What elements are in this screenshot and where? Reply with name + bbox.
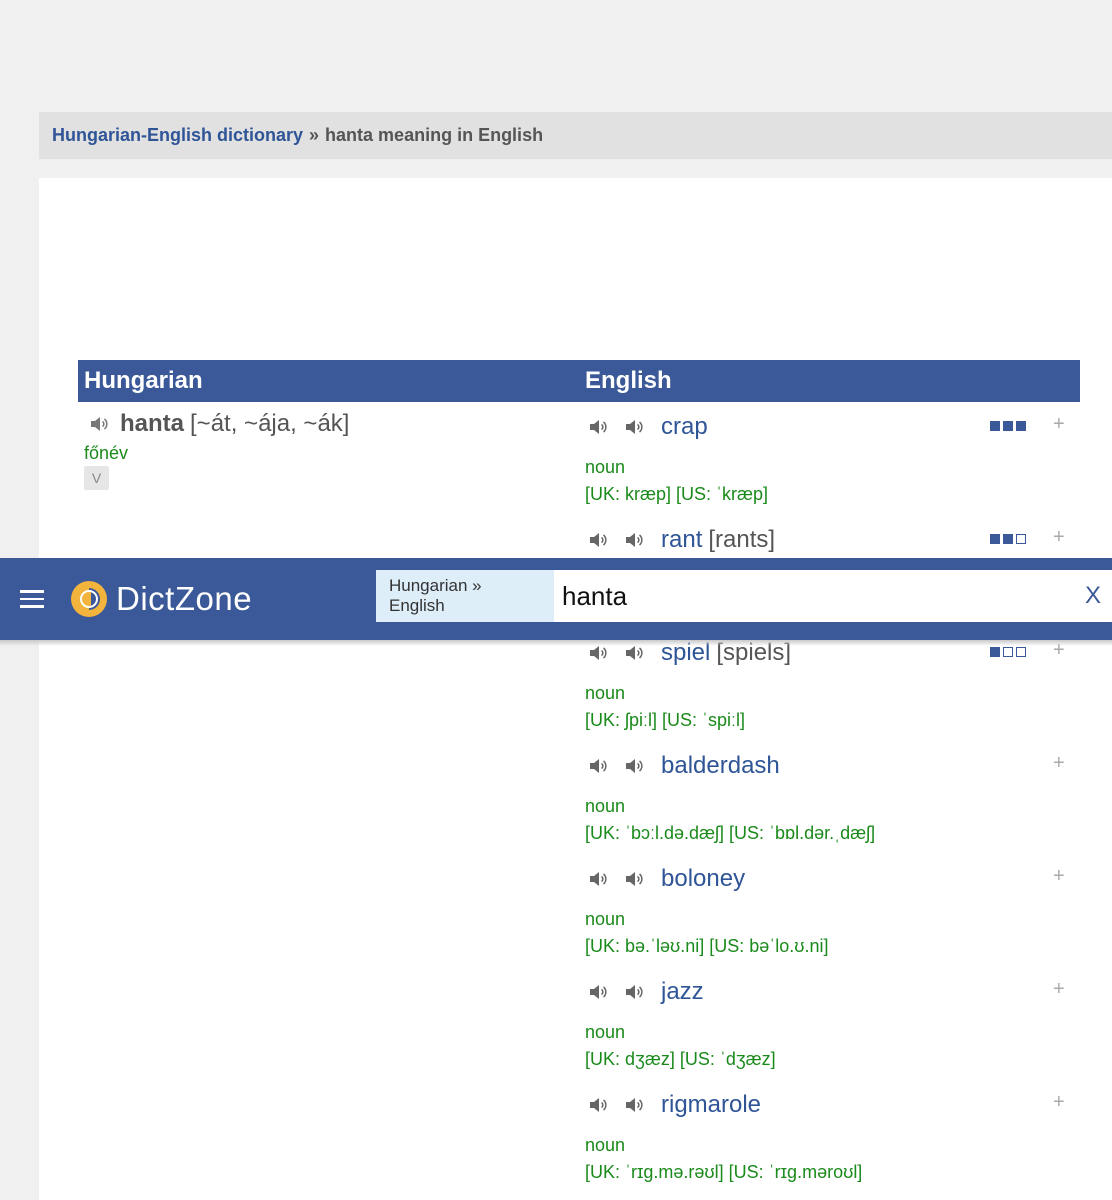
conjugation-button[interactable]: V: [84, 466, 109, 490]
speaker-us-icon[interactable]: [623, 416, 645, 438]
translation-entry: spiel [spiels] noun [UK: ʃpiːl] [US: ˈspiːl…: [585, 637, 1075, 747]
translation-part-of-speech: noun: [585, 796, 626, 816]
speaker-uk-icon[interactable]: [587, 981, 609, 1003]
add-to-list-button[interactable]: +: [1053, 978, 1065, 1001]
breadcrumb: Hungarian-English dictionary » hanta mea…: [39, 112, 1112, 159]
speaker-uk-icon[interactable]: [587, 755, 609, 777]
speaker-uk-icon[interactable]: [587, 529, 609, 551]
speaker-us-icon[interactable]: [623, 529, 645, 551]
rating-square: [1003, 647, 1013, 657]
language-pair-selector[interactable]: Hungarian » English: [376, 570, 554, 622]
search-box: Hungarian » English X: [376, 570, 1112, 622]
translation-word[interactable]: crap: [661, 413, 708, 441]
translation-pronunciation: [UK: ˈbɔːl.də.dæʃ] [US: ˈbɒl.dər.ˌdæʃ]: [585, 823, 876, 843]
translation-pronunciation: [UK: kræp] [US: ˈkræp]: [585, 484, 769, 504]
translation-entry: jazz noun [UK: dʒæz] [US: ˈdʒæz] +: [585, 976, 1075, 1086]
add-to-list-button[interactable]: +: [1053, 865, 1065, 888]
speaker-us-icon[interactable]: [623, 868, 645, 890]
rating-square: [1016, 647, 1026, 657]
rating-square: [990, 647, 1000, 657]
add-to-list-button[interactable]: +: [1053, 752, 1065, 775]
column-header-hungarian: Hungarian: [84, 367, 203, 394]
top-navbar: DictZone Hungarian » English X: [0, 558, 1112, 640]
translation-entry: crap noun [UK: kræp] [US: ˈkræp] +: [585, 411, 1075, 521]
speaker-us-icon[interactable]: [623, 755, 645, 777]
translation-forms: [rants]: [708, 526, 776, 553]
rating-square: [1016, 421, 1026, 431]
hamburger-menu-icon[interactable]: [20, 590, 44, 608]
breadcrumb-separator: »: [309, 125, 320, 145]
translation-part-of-speech: noun: [585, 457, 626, 477]
column-header-english: English: [585, 367, 672, 394]
translation-entry: balderdash noun [UK: ˈbɔːl.də.dæʃ] [US: ˈb…: [585, 750, 1075, 860]
breadcrumb-dictionary-link[interactable]: Hungarian-English dictionary: [52, 125, 303, 146]
translation-entry: rigmarole noun [UK: ˈrɪg.mə.rəʊl] [US: ˈrɪ…: [585, 1089, 1075, 1199]
rating-square: [1003, 421, 1013, 431]
add-to-list-button[interactable]: +: [1053, 1091, 1065, 1114]
translation-entry: boloney noun [UK: bə.ˈləʊ.ni] [US: bəˈlo.ʊ…: [585, 863, 1075, 973]
speaker-uk-icon[interactable]: [587, 416, 609, 438]
translation-word[interactable]: jazz: [661, 978, 704, 1006]
translation-pronunciation: [UK: dʒæz] [US: ˈdʒæz]: [585, 1049, 776, 1069]
add-to-list-button[interactable]: +: [1053, 413, 1065, 436]
rating-square: [1003, 534, 1013, 544]
translation-word[interactable]: rant: [661, 526, 702, 554]
search-input[interactable]: [554, 570, 1074, 622]
rating-square: [1016, 534, 1026, 544]
translation-part-of-speech: noun: [585, 1022, 626, 1042]
translation-pronunciation: [UK: ʃpiːl] [US: ˈspiːl]: [585, 710, 746, 730]
hungarian-headword: hanta [~át, ~ája, ~ák]: [88, 410, 349, 438]
translation-pronunciation: [UK: ˈrɪg.mə.rəʊl] [US: ˈrɪg.məroʊl]: [585, 1162, 863, 1182]
speaker-us-icon[interactable]: [623, 1094, 645, 1116]
headword-forms: [~át, ~ája, ~ák]: [190, 410, 350, 437]
navbar-shadow: [0, 640, 1112, 646]
translation-part-of-speech: noun: [585, 683, 626, 703]
breadcrumb-current: hanta meaning in English: [325, 125, 544, 145]
speaker-uk-icon[interactable]: [587, 868, 609, 890]
speaker-uk-icon[interactable]: [587, 1094, 609, 1116]
translation-part-of-speech: noun: [585, 1135, 626, 1155]
rating-square: [990, 534, 1000, 544]
part-of-speech: főnév: [84, 443, 129, 463]
clear-search-button[interactable]: X: [1074, 570, 1112, 622]
relevance-rating: [990, 421, 1026, 431]
speaker-icon[interactable]: [88, 413, 110, 435]
dictzone-logo-icon[interactable]: [70, 580, 108, 618]
translation-word[interactable]: boloney: [661, 865, 745, 893]
table-header: Hungarian English: [78, 360, 1080, 402]
translation-word[interactable]: balderdash: [661, 752, 780, 780]
translation-word[interactable]: rigmarole: [661, 1091, 761, 1119]
add-to-list-button[interactable]: +: [1053, 526, 1065, 549]
translation-part-of-speech: noun: [585, 909, 626, 929]
speaker-us-icon[interactable]: [623, 981, 645, 1003]
relevance-rating: [990, 534, 1026, 544]
translation-pronunciation: [UK: bə.ˈləʊ.ni] [US: bəˈlo.ʊ.ni]: [585, 936, 829, 956]
rating-square: [990, 421, 1000, 431]
relevance-rating: [990, 647, 1026, 657]
headword-text: hanta: [120, 410, 185, 437]
brand-name[interactable]: DictZone: [116, 580, 252, 618]
